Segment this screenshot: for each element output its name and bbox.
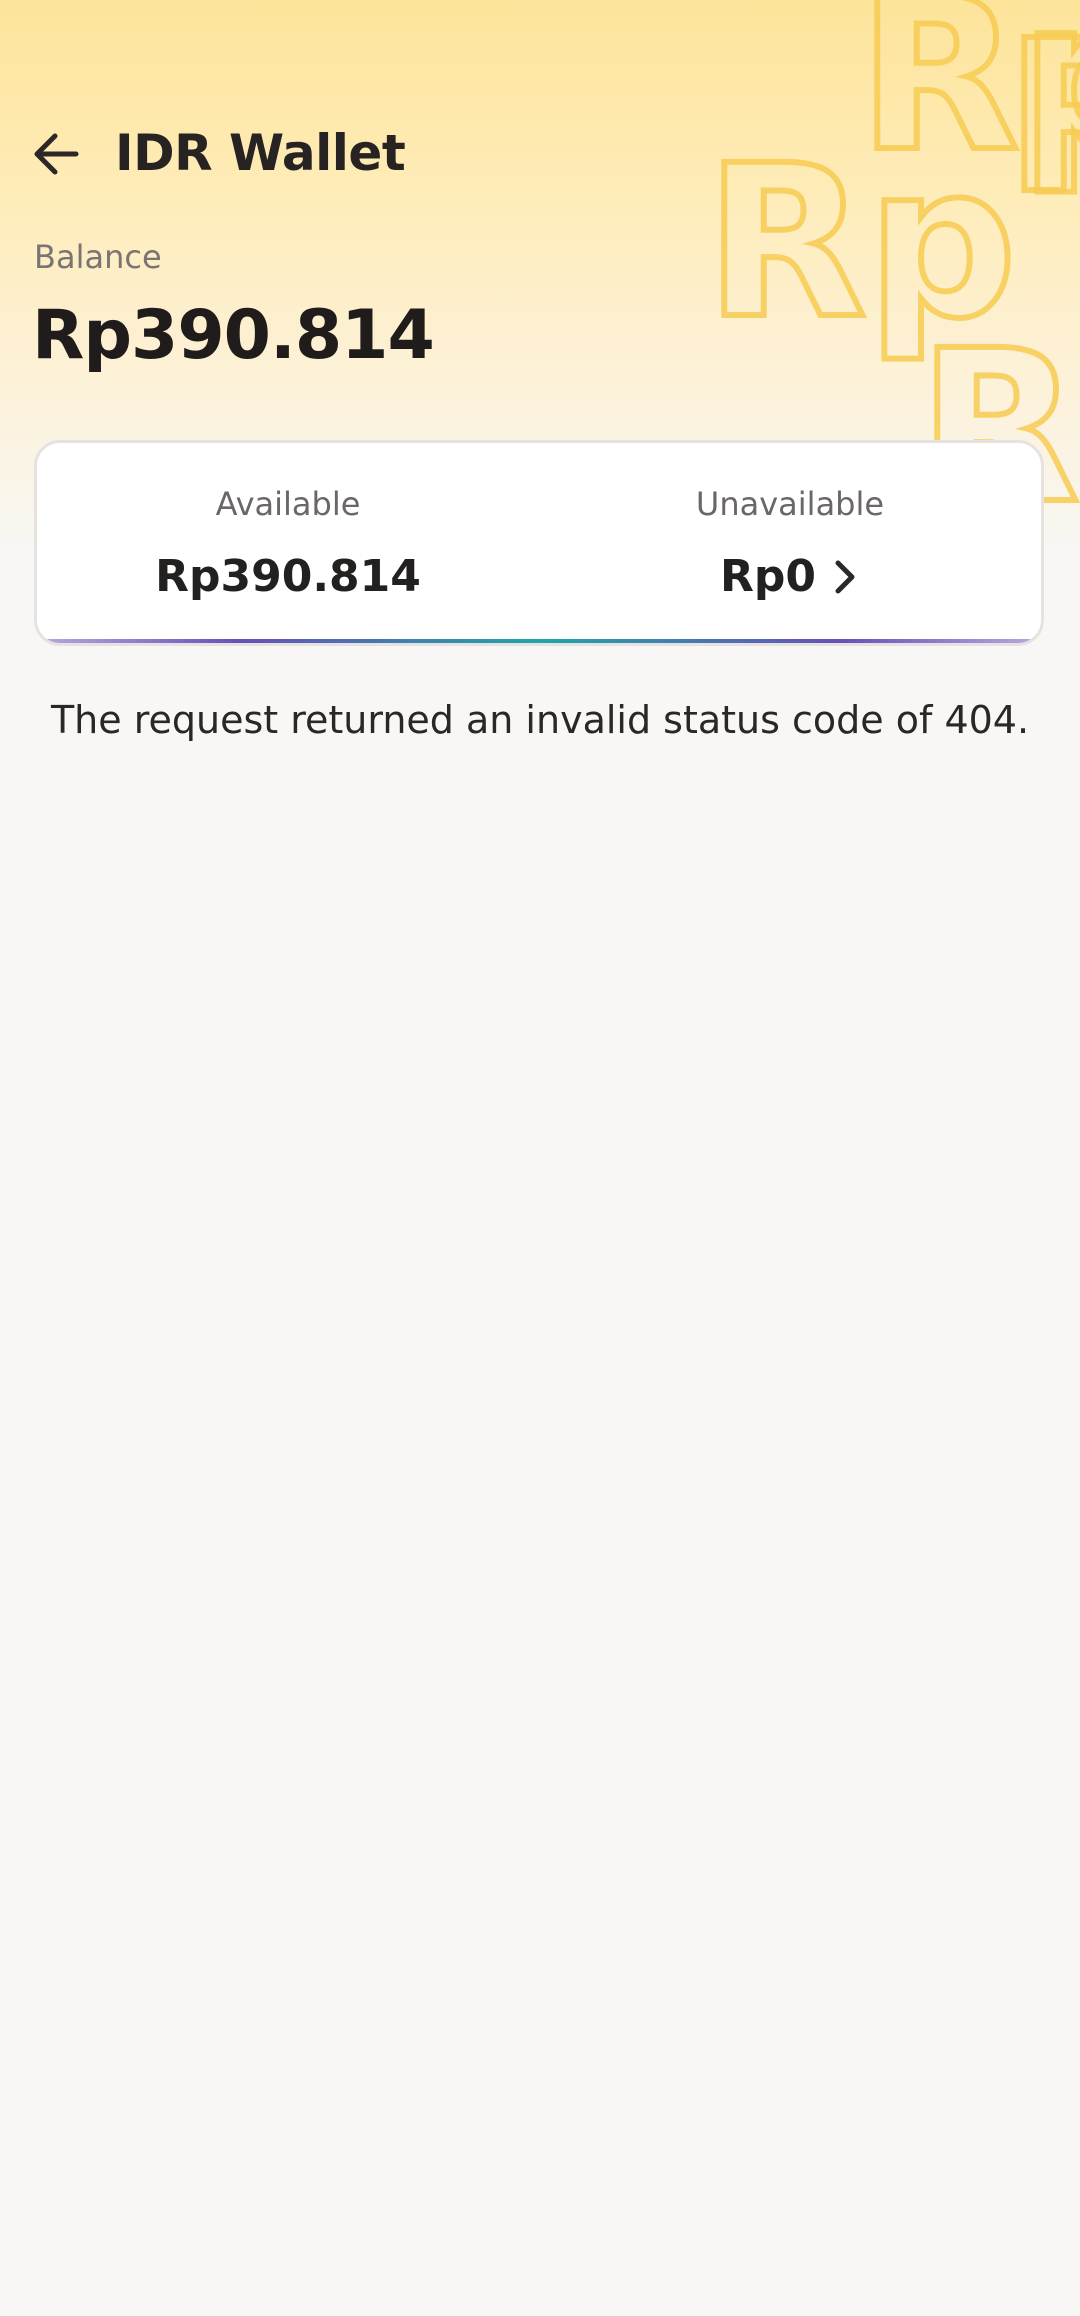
available-section: Available Rp390.814: [37, 443, 539, 643]
page-title: IDR Wallet: [115, 124, 406, 182]
unavailable-section[interactable]: Unavailable Rp0: [539, 443, 1041, 643]
chevron-right-icon: [830, 557, 860, 597]
card-gradient-accent: [37, 639, 1041, 643]
unavailable-label: Unavailable: [695, 485, 885, 523]
arrow-left-icon: [34, 133, 79, 175]
available-value-row: Rp390.814: [37, 551, 539, 602]
available-value: Rp390.814: [155, 551, 421, 602]
balance-label: Balance: [34, 238, 162, 276]
back-button[interactable]: [22, 120, 90, 188]
error-message: The request returned an invalid status c…: [50, 698, 1030, 742]
unavailable-value-row[interactable]: Rp0: [539, 551, 1041, 602]
balance-value: Rp390.814: [32, 296, 435, 375]
app-bar: IDR Wallet: [0, 112, 1080, 196]
balance-breakdown-card: Available Rp390.814 Unavailable Rp0: [34, 440, 1044, 646]
available-label: Available: [215, 485, 361, 523]
unavailable-value: Rp0: [720, 551, 816, 602]
